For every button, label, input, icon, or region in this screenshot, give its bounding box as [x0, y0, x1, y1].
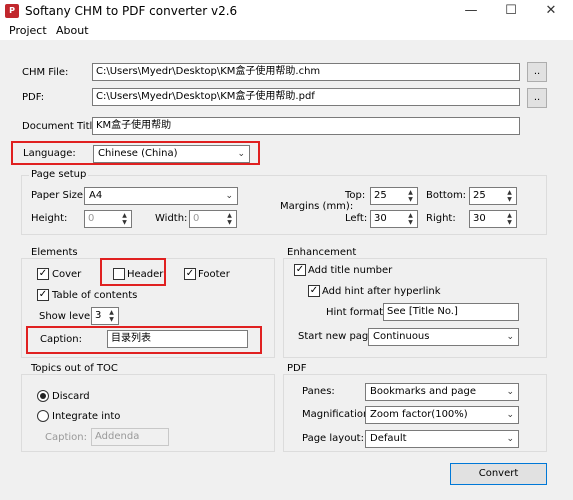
height-stepper[interactable]: 0 ▲ ▼: [84, 210, 132, 228]
right-label: Right:: [426, 213, 456, 224]
chevron-down-icon: ⌄: [237, 149, 245, 159]
pdf-file-field[interactable]: C:\Users\Myedr\Desktop\KM盒子使用帮助.pdf: [92, 88, 520, 106]
chm-file-label: CHM File:: [22, 67, 69, 78]
page-layout-select[interactable]: Default ⌄: [365, 430, 519, 448]
cover-label: Cover: [52, 269, 82, 280]
paper-size-label: Paper Size:: [31, 190, 87, 201]
pdf-file-label: PDF:: [22, 92, 45, 103]
left-label: Left:: [345, 213, 368, 224]
hint-format-label: Hint format:: [326, 307, 387, 318]
spin-arrows-icon[interactable]: ▲ ▼: [405, 212, 416, 226]
language-label: Language:: [23, 148, 76, 159]
right-margin-value: 30: [473, 213, 486, 224]
show-level-value: 3: [95, 310, 102, 321]
close-button[interactable]: ✕: [536, 2, 566, 20]
bottom-label: Bottom:: [426, 190, 467, 201]
menu-about[interactable]: About: [56, 24, 89, 37]
footer-checkbox[interactable]: ✓: [184, 268, 196, 280]
hint-format-field[interactable]: See [Title No.]: [383, 303, 519, 321]
app-icon: P: [5, 4, 19, 18]
start-new-page-label: Start new page:: [298, 331, 378, 342]
language-select[interactable]: Chinese (China) ⌄: [93, 145, 250, 163]
discard-radio[interactable]: [37, 390, 49, 402]
spin-arrows-icon[interactable]: ▲ ▼: [106, 309, 117, 323]
start-new-page-select[interactable]: Continuous ⌄: [368, 328, 519, 346]
toc-label: Table of contents: [52, 290, 138, 301]
chm-file-field[interactable]: C:\Users\Myedr\Desktop\KM盒子使用帮助.chm: [92, 63, 520, 81]
convert-button[interactable]: Convert: [450, 463, 547, 485]
elements-title: Elements: [29, 247, 80, 258]
minimize-button[interactable]: —: [456, 2, 486, 20]
paper-size-value: A4: [89, 190, 103, 201]
paper-size-select[interactable]: A4 ⌄: [84, 187, 238, 205]
start-new-page-value: Continuous: [373, 331, 430, 342]
header-checkbox[interactable]: [113, 268, 125, 280]
chevron-down-icon: ⌄: [506, 332, 514, 342]
add-hint-label: Add hint after hyperlink: [322, 286, 441, 297]
spin-arrows-icon[interactable]: ▲ ▼: [224, 212, 235, 226]
integrate-radio[interactable]: [37, 410, 49, 422]
page-layout-label: Page layout:: [302, 433, 364, 444]
add-title-number-label: Add title number: [308, 265, 393, 276]
panes-value: Bookmarks and page: [370, 386, 477, 397]
topics-caption-label: Caption:: [45, 432, 87, 443]
caption-field[interactable]: 目录列表: [107, 330, 248, 348]
page-setup-title: Page setup: [29, 169, 89, 180]
height-label: Height:: [31, 213, 68, 224]
page-layout-value: Default: [370, 433, 407, 444]
width-value: 0: [193, 213, 200, 224]
spin-arrows-icon[interactable]: ▲ ▼: [119, 212, 130, 226]
panes-label: Panes:: [302, 386, 335, 397]
spin-arrows-icon[interactable]: ▲ ▼: [405, 189, 416, 203]
left-margin-value: 30: [374, 213, 387, 224]
toc-checkbox[interactable]: ✓: [37, 289, 49, 301]
integrate-label: Integrate into: [52, 411, 121, 422]
chevron-down-icon: ⌄: [506, 434, 514, 444]
chm-browse-button[interactable]: ..: [527, 62, 547, 82]
top-margin-value: 25: [374, 190, 387, 201]
spin-arrows-icon[interactable]: ▲ ▼: [504, 212, 515, 226]
magnification-value: Zoom factor(100%): [370, 409, 468, 420]
add-hint-checkbox[interactable]: ✓: [308, 285, 320, 297]
show-level-label: Show level:: [39, 311, 97, 322]
magnification-select[interactable]: Zoom factor(100%) ⌄: [365, 406, 519, 424]
chevron-down-icon: ⌄: [225, 191, 233, 201]
cover-checkbox[interactable]: ✓: [37, 268, 49, 280]
pdf-title: PDF: [285, 363, 309, 374]
top-label: Top:: [345, 190, 366, 201]
topics-title: Topics out of TOC: [29, 363, 120, 374]
footer-label: Footer: [198, 269, 230, 280]
enhancement-title: Enhancement: [285, 247, 359, 258]
discard-label: Discard: [52, 391, 90, 402]
pdf-browse-button[interactable]: ..: [527, 88, 547, 108]
menu-project[interactable]: Project: [9, 24, 47, 37]
right-margin-stepper[interactable]: 30 ▲ ▼: [469, 210, 517, 228]
caption-label: Caption:: [40, 334, 82, 345]
add-title-number-checkbox[interactable]: ✓: [294, 264, 306, 276]
magnification-label: Magnification:: [302, 409, 373, 420]
spin-arrows-icon[interactable]: ▲ ▼: [504, 189, 515, 203]
margins-label: Margins (mm):: [280, 201, 354, 212]
bottom-margin-value: 25: [473, 190, 486, 201]
header-label: Header: [127, 269, 164, 280]
width-stepper[interactable]: 0 ▲ ▼: [189, 210, 237, 228]
chevron-down-icon: ⌄: [506, 410, 514, 420]
window-title: Softany CHM to PDF converter v2.6: [25, 4, 238, 18]
maximize-button[interactable]: ☐: [496, 2, 526, 20]
width-label: Width:: [155, 213, 188, 224]
panes-select[interactable]: Bookmarks and page ⌄: [365, 383, 519, 401]
bottom-margin-stepper[interactable]: 25 ▲ ▼: [469, 187, 517, 205]
topics-caption-field[interactable]: Addenda: [91, 428, 169, 446]
left-margin-stepper[interactable]: 30 ▲ ▼: [370, 210, 418, 228]
show-level-stepper[interactable]: 3 ▲ ▼: [91, 307, 119, 325]
height-value: 0: [88, 213, 95, 224]
document-title-label: Document Title:: [22, 121, 102, 132]
language-value: Chinese (China): [98, 148, 178, 159]
chevron-down-icon: ⌄: [506, 387, 514, 397]
document-title-field[interactable]: KM盒子使用帮助: [92, 117, 520, 135]
top-margin-stepper[interactable]: 25 ▲ ▼: [370, 187, 418, 205]
